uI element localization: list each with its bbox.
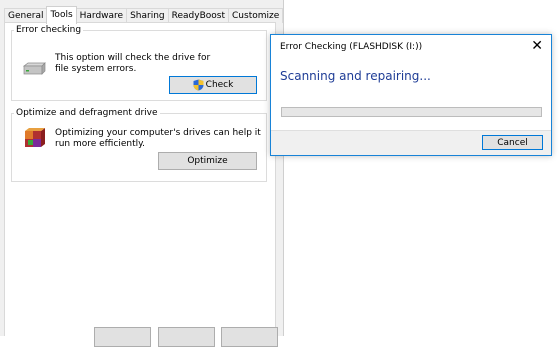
tab-general[interactable]: General xyxy=(4,8,48,23)
check-button-label: Check xyxy=(205,80,234,90)
error-checking-dialog: Error Checking (FLASHDISK (I:)) ✕ Scanni… xyxy=(270,34,552,156)
tab-readyboost[interactable]: ReadyBoost xyxy=(167,8,230,23)
error-checking-legend: Error checking xyxy=(16,25,82,35)
drive-properties-window: General Tools Hardware Sharing ReadyBoos… xyxy=(0,0,284,347)
tab-tools[interactable]: Tools xyxy=(46,6,77,24)
close-icon[interactable]: ✕ xyxy=(531,38,543,54)
uac-shield-icon xyxy=(193,79,204,91)
drive-icon xyxy=(22,62,46,75)
tab-hardware[interactable]: Hardware xyxy=(75,8,128,23)
defrag-icon xyxy=(25,128,45,147)
optimize-legend: Optimize and defragment drive xyxy=(16,108,158,118)
cancel-button[interactable]: Cancel xyxy=(482,135,543,150)
tab-sharing[interactable]: Sharing xyxy=(126,8,169,23)
ok-button[interactable] xyxy=(94,327,151,347)
dialog-title: Error Checking (FLASHDISK (I:)) xyxy=(280,42,423,52)
check-button[interactable]: Check xyxy=(169,76,257,94)
cancel-properties-button[interactable] xyxy=(158,327,215,347)
progress-bar xyxy=(281,107,542,117)
apply-button[interactable] xyxy=(221,327,278,347)
error-checking-description: This option will check the drive for fil… xyxy=(55,53,211,74)
optimize-button[interactable]: Optimize xyxy=(158,152,257,170)
tab-strip: General Tools Hardware Sharing ReadyBoos… xyxy=(4,4,284,24)
dialog-footer: Cancel xyxy=(271,130,551,155)
optimize-description: Optimizing your computer's drives can he… xyxy=(55,128,261,149)
scanning-heading: Scanning and repairing... xyxy=(280,69,431,83)
tab-customize[interactable]: Customize xyxy=(228,8,284,23)
